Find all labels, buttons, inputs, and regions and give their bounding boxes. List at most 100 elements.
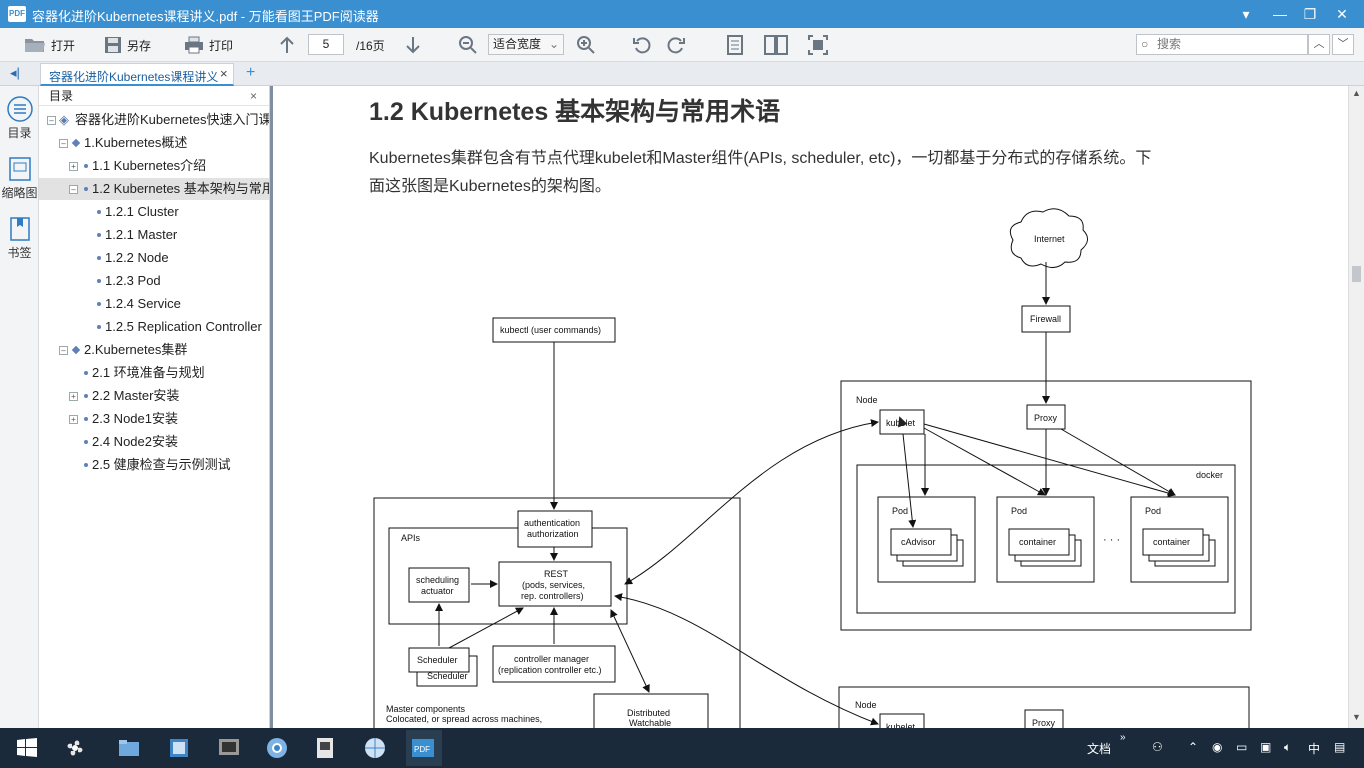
toc-item[interactable]: –2.Kubernetes集群 — [39, 339, 269, 361]
app-pdf-icon: PDF — [8, 6, 26, 22]
toc-item[interactable]: +2.3 Node1安装 — [39, 408, 269, 430]
prev-page-button[interactable] — [278, 33, 296, 57]
zoom-select[interactable]: 适合宽度 ⌄ — [488, 34, 564, 55]
bookmark-icon — [9, 217, 30, 241]
document-tab[interactable]: 容器化进阶Kubernetes课程讲义 — [40, 63, 234, 86]
new-tab-button[interactable]: + — [246, 64, 255, 82]
rotate-left-button[interactable] — [632, 33, 652, 57]
monitor-icon[interactable]: ▣ — [1260, 740, 1271, 754]
toc-item[interactable]: 1.2.1 Cluster — [39, 201, 269, 223]
document-view[interactable]: 1.2 Kubernetes 基本架构与常用术语 Kubernetes集群包含有… — [270, 86, 1348, 728]
toc-close-button[interactable]: × — [250, 86, 257, 106]
page-number-input[interactable]: 5 — [308, 34, 344, 55]
double-page-button[interactable] — [764, 33, 788, 57]
master-components-label: Colocated, or spread across machines, — [386, 714, 542, 724]
toc-item[interactable]: 1.2.1 Master — [39, 224, 269, 246]
distributed-watchable-label: Distributed — [627, 708, 670, 718]
thumbnail-icon — [8, 157, 31, 181]
network-app-icon[interactable] — [362, 736, 388, 760]
scheduling-actuator-label: actuator — [421, 586, 454, 596]
restore-button[interactable]: ❐ — [1298, 4, 1322, 24]
search-input[interactable]: ○ 搜索 — [1136, 34, 1308, 55]
fit-page-button[interactable] — [808, 33, 828, 57]
proxy-label: Proxy — [1034, 413, 1058, 423]
rail-thumbnails-button[interactable]: 缩略图 — [0, 156, 39, 201]
docker-label: docker — [1196, 470, 1223, 480]
file-explorer-icon[interactable] — [116, 736, 142, 760]
ime-indicator[interactable]: 中 — [1308, 740, 1320, 757]
battery-icon[interactable]: ▭ — [1236, 740, 1247, 754]
search-next-button[interactable]: ﹀ — [1332, 34, 1354, 55]
scroll-thumb[interactable] — [1352, 266, 1361, 282]
rest-label: REST — [544, 569, 569, 579]
tray-docs-label[interactable]: 文档 — [1087, 740, 1111, 757]
toc-item[interactable]: –1.Kubernetes概述 — [39, 132, 269, 154]
next-page-button[interactable] — [404, 33, 422, 57]
screenshot-app-icon[interactable] — [216, 736, 242, 760]
rail-toc-button[interactable]: 目录 — [0, 96, 39, 141]
container-label: container — [1019, 537, 1056, 547]
toc-item[interactable]: +1.1 Kubernetes介绍 — [39, 155, 269, 177]
rail-thumbnails-label: 缩略图 — [1, 186, 38, 200]
people-icon[interactable]: ⚇ — [1152, 740, 1163, 754]
open-button[interactable]: 打开 — [24, 33, 75, 57]
toc-item[interactable]: 1.2.4 Service — [39, 293, 269, 315]
rail-bookmarks-label: 书签 — [7, 246, 32, 260]
rail-bookmarks-button[interactable]: 书签 — [0, 216, 39, 261]
scroll-down-icon[interactable]: ▼ — [1352, 712, 1361, 722]
scheduling-actuator-box — [408, 567, 470, 603]
browser-icon[interactable] — [264, 736, 290, 760]
print-button[interactable]: 打印 — [184, 33, 233, 57]
printer-icon — [185, 36, 203, 54]
scheduler-label: Scheduler — [417, 655, 458, 665]
pod-label: Pod — [892, 506, 908, 516]
tab-bar: ◂| 容器化进阶Kubernetes课程讲义 × + — [0, 62, 1364, 86]
collapse-sidebar-icon[interactable]: ◂| — [10, 65, 20, 81]
dropdown-icon[interactable]: ▾ — [1234, 4, 1258, 24]
close-window-button[interactable]: ✕ — [1330, 4, 1354, 24]
fan-app-icon[interactable] — [62, 736, 88, 760]
toc-item[interactable]: 2.5 健康检查与示例测试 — [39, 454, 269, 476]
taskbar: PDF 文档 » ⚇ ⌃ ◉ ▭ ▣ 🔈︎ 中 ▤ — [0, 728, 1364, 768]
tab-label: 容器化进阶Kubernetes课程讲义 — [49, 70, 219, 84]
node-label: Node — [855, 700, 877, 710]
pdf-reader-taskbar-icon[interactable]: PDF — [410, 736, 436, 760]
vertical-scrollbar[interactable]: ▲ ▼ — [1348, 86, 1364, 728]
toc-item[interactable]: 1.2.5 Replication Controller — [39, 316, 269, 338]
pod-label: Pod — [1011, 506, 1027, 516]
fit-screen-icon — [808, 35, 828, 55]
tray-expand-icon[interactable]: » — [1120, 732, 1126, 743]
save-as-label: 另存 — [127, 38, 152, 53]
minimize-button[interactable]: — — [1268, 4, 1292, 24]
container-label: container — [1153, 537, 1190, 547]
network-icon[interactable]: ◉ — [1212, 740, 1222, 754]
controller-manager-label: controller manager — [514, 654, 589, 664]
toc-item[interactable]: 2.4 Node2安装 — [39, 431, 269, 453]
windows-start-icon[interactable] — [14, 736, 40, 760]
volume-icon[interactable]: 🔈︎ — [1284, 740, 1291, 755]
toc-item[interactable]: 2.1 环境准备与规划 — [39, 362, 269, 384]
scheduler-label: Scheduler — [427, 671, 468, 681]
chevron-up-icon[interactable]: ⌃ — [1188, 740, 1198, 754]
search-prev-button[interactable]: ︿ — [1308, 34, 1330, 55]
save-icon — [105, 37, 121, 53]
document-app-icon[interactable] — [312, 736, 338, 760]
notification-icon[interactable]: ▤ — [1334, 740, 1345, 754]
zoom-out-button[interactable] — [458, 33, 478, 57]
tab-close-button[interactable]: × — [220, 66, 228, 81]
rotate-left-icon — [633, 37, 651, 54]
save-as-button[interactable]: 另存 — [104, 33, 151, 57]
window-app-icon[interactable] — [166, 736, 192, 760]
toc-item[interactable]: – ◈ 容器化进阶Kubernetes快速入门课 — [39, 109, 269, 131]
cadvisor-label: cAdvisor — [901, 537, 936, 547]
toc-item[interactable]: 1.2.3 Pod — [39, 270, 269, 292]
single-page-button[interactable] — [726, 33, 744, 57]
pod-label: Pod — [1145, 506, 1161, 516]
apis-label: APIs — [401, 533, 421, 543]
toc-item[interactable]: 1.2.2 Node — [39, 247, 269, 269]
zoom-in-button[interactable] — [576, 33, 596, 57]
toc-item[interactable]: +2.2 Master安装 — [39, 385, 269, 407]
toc-item-selected[interactable]: –1.2 Kubernetes 基本架构与常用术语 — [39, 178, 269, 200]
scroll-up-icon[interactable]: ▲ — [1352, 88, 1361, 98]
rotate-right-button[interactable] — [666, 33, 686, 57]
